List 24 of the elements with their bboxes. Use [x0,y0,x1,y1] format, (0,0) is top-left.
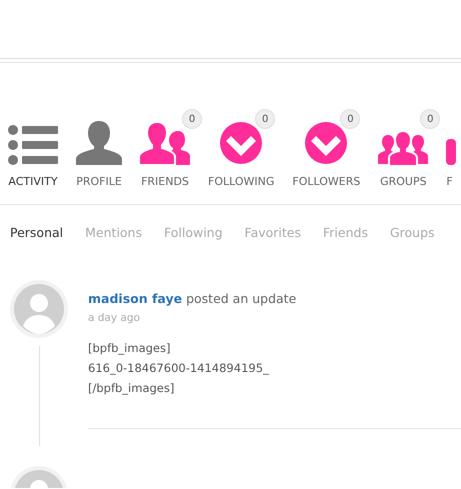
post-text: [/bpfb_images] [88,380,176,397]
person-icon [76,121,122,165]
count-badge: 0 [255,109,276,129]
nav-link[interactable]: PROFILE [76,175,122,188]
check-circle-icon [219,121,264,165]
nav-link[interactable]: FOLLOWERS [292,175,360,188]
nav-link[interactable]: FOLLOWING [208,175,274,188]
nav-link[interactable]: GROUPS [380,175,427,188]
avatar-icon [10,280,68,338]
group-icon [378,131,428,165]
count-badge: 0 [182,109,202,129]
nav-link[interactable]: F [446,175,453,188]
filter-tab[interactable]: Personal [10,225,64,240]
check-circle-icon [304,121,348,165]
count-badge: 0 [420,109,440,129]
user-link[interactable]: madison faye [88,291,182,306]
nav-link[interactable]: ACTIVITY [8,175,58,188]
timestamp: a day ago [88,312,141,324]
post-text: [bpfb_images] [88,340,172,357]
count-badge: 0 [340,109,360,129]
nav-link[interactable]: FRIENDS [141,175,189,188]
post-text: 616_0-18467600-1414894195_ [88,360,270,377]
activity-header: madison faye posted an update [88,291,298,306]
list-icon [8,125,58,165]
